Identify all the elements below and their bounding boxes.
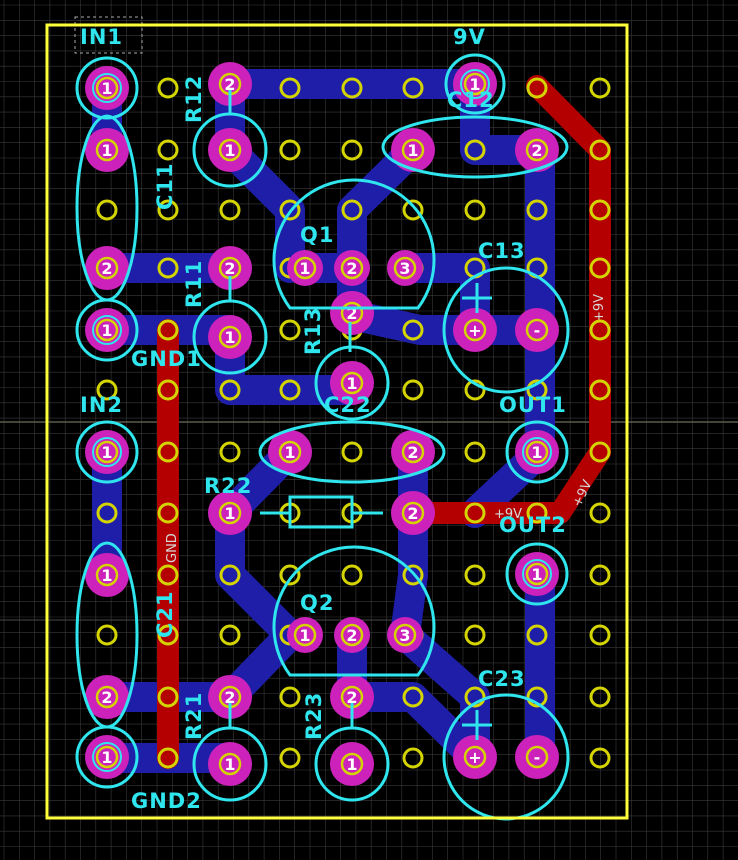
label-out1: OUT1: [499, 393, 567, 417]
pad-number: 1: [101, 321, 112, 340]
pad-number: 1: [101, 443, 112, 462]
pad-number: 1: [531, 443, 542, 462]
via-hole: [589, 686, 611, 708]
pad-number: 3: [399, 259, 410, 278]
label-q2: Q2: [300, 591, 334, 615]
pad-number: 2: [407, 443, 418, 462]
pad-number: -: [534, 321, 541, 340]
pad-number: 1: [101, 748, 112, 767]
label-r23: R23: [302, 692, 326, 740]
pad-number: 2: [101, 688, 112, 707]
via-hole: [589, 502, 611, 524]
pad-number: 1: [299, 259, 310, 278]
pad-number: 2: [407, 504, 418, 523]
pad-number: 1: [346, 374, 357, 393]
pcb-board-view: +9V +9V +9V GND 1 2 11 1 212 2 1 2 32+ -1 111 21 11 2…: [0, 0, 738, 860]
label-9v: 9V: [453, 25, 486, 49]
label-r22: R22: [204, 474, 252, 498]
via-hole: [96, 624, 118, 646]
label-out2: OUT2: [499, 513, 567, 537]
label-c21: C21: [153, 590, 177, 638]
pad-number: 1: [224, 328, 235, 347]
via-hole: [219, 441, 241, 463]
pad-number: 1: [531, 565, 542, 584]
label-r11: R11: [182, 260, 206, 308]
via-hole: [589, 624, 611, 646]
label-r21: R21: [182, 692, 206, 740]
label-in2: IN2: [80, 393, 123, 417]
via-hole: [279, 319, 301, 341]
label-in1: IN1: [80, 25, 123, 49]
via-hole: [402, 379, 424, 401]
pad-number: 2: [224, 259, 235, 278]
via-hole: [279, 747, 301, 769]
label-r13: R13: [301, 307, 325, 355]
label-c12: C12: [447, 88, 495, 112]
via-hole: [219, 624, 241, 646]
trace-c22-right: [390, 437, 428, 650]
pad-number: 3: [399, 626, 410, 645]
label-c11: C11: [153, 162, 177, 210]
via-hole: [464, 624, 486, 646]
trace-r12-down: [215, 69, 305, 283]
via-hole: [464, 441, 486, 463]
label-c22: C22: [324, 393, 372, 417]
label-gnd1: GND1: [131, 347, 202, 371]
via-hole: [341, 564, 363, 586]
pad-number: 1: [101, 141, 112, 160]
pad-number: 1: [284, 443, 295, 462]
pad-number: 1: [224, 504, 235, 523]
via-hole: [589, 564, 611, 586]
via-hole: [157, 139, 179, 161]
pad-number: 2: [346, 626, 357, 645]
pad-number: 1: [407, 141, 418, 160]
via-hole: [341, 139, 363, 161]
pad-number: 1: [299, 626, 310, 645]
net-label-gnd: GND: [165, 533, 180, 563]
pad-number: +: [468, 321, 481, 340]
pad-number: -: [534, 748, 541, 767]
label-q1: Q1: [300, 223, 334, 247]
pad-number: 1: [224, 755, 235, 774]
pad-number: 2: [531, 141, 542, 160]
label-gnd2: GND2: [131, 789, 202, 813]
pad-number: +: [468, 748, 481, 767]
pad-number: 1: [101, 79, 112, 98]
via-hole: [279, 139, 301, 161]
via-hole: [589, 747, 611, 769]
pad-number: 1: [224, 141, 235, 160]
via-hole: [464, 564, 486, 586]
pad-number: 1: [101, 566, 112, 585]
label-c13: C13: [478, 239, 526, 263]
pad-number: 2: [101, 259, 112, 278]
pad-number: 2: [346, 259, 357, 278]
net-label-9v-right: +9V: [592, 294, 607, 322]
label-c23: C23: [478, 667, 526, 691]
label-r12: R12: [182, 75, 206, 123]
via-hole: [402, 747, 424, 769]
via-hole: [279, 686, 301, 708]
via-hole: [341, 441, 363, 463]
pad-number: 1: [346, 755, 357, 774]
